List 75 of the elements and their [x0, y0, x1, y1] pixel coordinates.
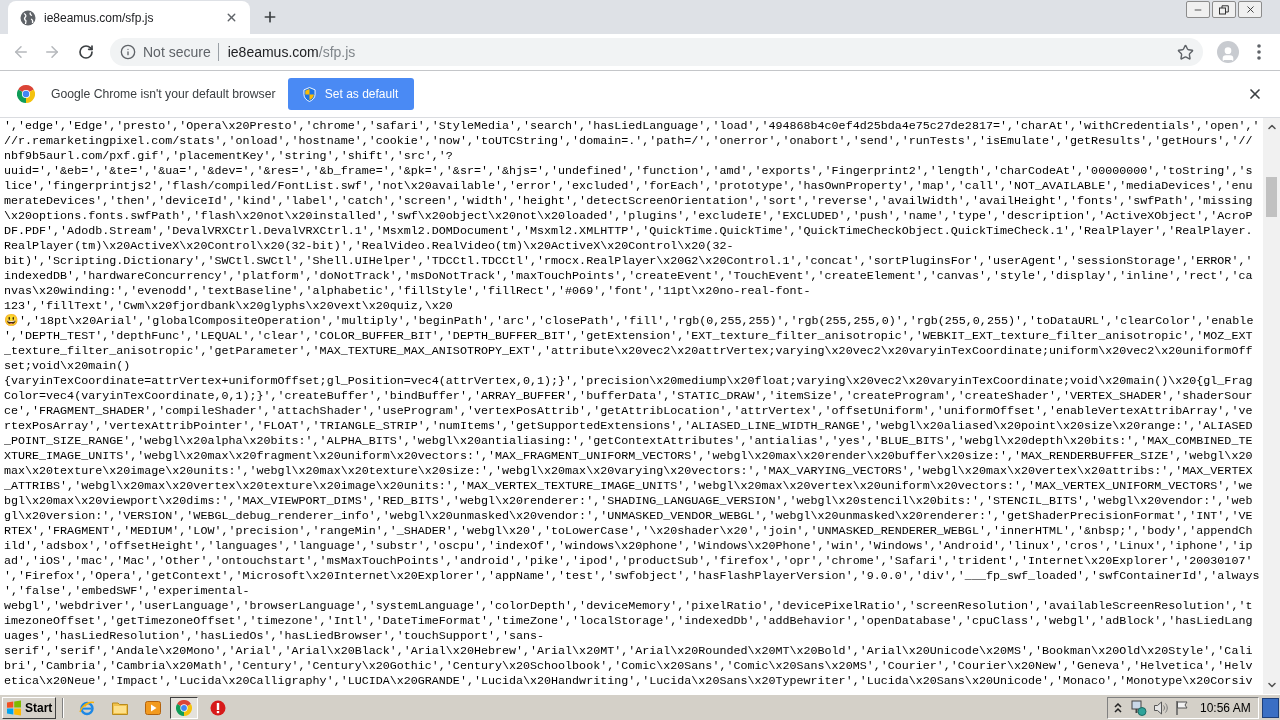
media-player-icon	[145, 699, 161, 716]
chevron-up-icon[interactable]	[1114, 702, 1122, 713]
url-text: ie8eamus.com/sfp.js	[227, 42, 356, 62]
code-line: ild','adsbox','offsetHeight','languages','language','substr','oscpu','indexOf','windows\x20phone','Windows\x20Phone','win','Windows','Android','linux','cros','Linux','iphone','ip	[4, 539, 1253, 554]
code-line: indexedDB','hardwareConcurrency','platform','doNotTrack','msDoNotTrack','maxTouchPoints','createEvent','TouchEvent','createElement','canvas','style','display','inline','rect','ca	[4, 269, 1253, 284]
code-line: serif','serif','Andale\x20Mono','Arial','Arial\x20Black','Arial\x20Hebrew','Arial\x20MT','Arial\x20Rounded\x20MT\x20Bold','Arial\x20Unicode\x20MS','Bookman\x20Old\x20Style','Cali	[4, 644, 1253, 659]
forward-arrow-icon	[43, 43, 61, 61]
start-button[interactable]: Start	[2, 696, 56, 719]
code-line: webgl','webdriver','userLanguage','browserLanguage','systemLanguage','colorDepth','deviceMemory','pixelRatio','devicePixelRatio','screenResolution','availableScreenResolution','t	[4, 599, 1253, 614]
close-icon	[1247, 86, 1263, 102]
code-line: ','DEPTH_TEST','depthFunc','LEQUAL','clear','COLOR_BUFFER_BIT','DEPTH_BUFFER_BIT','getExtension','EXT_texture_filter_anisotropic','WEBKIT_EXT_texture_filter_anisotropic','MOZ_EXT	[4, 329, 1253, 344]
restore-button[interactable]	[1212, 1, 1236, 18]
restore-icon	[1219, 4, 1229, 15]
code-line: nbf9b5aurl.com/pxf.gif','placementKey','string','shift','src','?	[4, 149, 453, 164]
code-line: //r.remarketingpixel.com/stats','onload','hostname','cookie','now','toUTCString','domain=.','path=/','onerror','onabort','send','runTests','isEmulate','getResults','getHours','//	[4, 134, 1253, 149]
plus-icon	[262, 9, 278, 25]
network-icon[interactable]	[1131, 699, 1147, 716]
code-line: _ATTRIBS','webgl\x20max\x20vertex\x20texture\x20image\x20units:','MAX_VERTEX_TEXTURE_IMAGE_UNITS','webgl\x20max\x20vertex\x20uniform\x20vectors:','MAX_VERTEX_UNIFORM_VECTORS','we	[4, 479, 1253, 494]
code-line: bit)','Scripting.Dictionary','SWCtl.SWCtl','Shell.UIHelper','TDCCtl.TDCCtl','rmocx.RealPlayer\x20G2\x20Control.1','concat','sortPluginsFor','userAgent','sessionStorage','ERROR','	[4, 254, 1253, 269]
code-line: nvas\x20winding:','evenodd','textBaseline','alphabetic','fillStyle','fillRect','#069','font','11pt\x20no-real-font-	[4, 284, 811, 299]
chrome-logo-icon	[17, 85, 35, 103]
scrollbar-thumb[interactable]	[1266, 177, 1277, 217]
browser-icon	[79, 699, 95, 716]
code-line: max\x20texture\x20image\x20units:','webgl\x20max\x20texture\x20size:','webgl\x20max\x20varying\x20vectors:','MAX_VARYING_VECTORS','webgl\x20max\x20vertex\x20attribs:','MAX_VERTEX	[4, 464, 1253, 479]
folder-icon	[112, 700, 128, 715]
code-line: XTURE_IMAGE_UNITS','webgl\x20max\x20fragment\x20uniform\x20vectors:','MAX_FRAGMENT_UNIFORM_VECTORS','webgl\x20max\x20render\x20buffer\x20size:','MAX_RENDERBUFFER_SIZE','webgl\x20	[4, 449, 1253, 464]
address-bar[interactable]: Not secure ie8eamus.com/sfp.js	[110, 38, 1203, 66]
avatar-icon	[1217, 41, 1239, 63]
code-line: ad','iOS','mac','Mac','Other','ontouchstart','msMaxTouchPoints','android','pike','ipod','productSub','firefox','opr','chrome','Safari','trident','Internet\x20Explorer','20030107'	[4, 554, 1253, 569]
code-line: 😃','18pt\x20Arial','globalCompositeOperation','multiply','beginPath','arc','closePath','fill','rgb(0,255,255)','rgb(255,255,0)','rgb(255,0,255)','toDataURL','clearColor','enable	[4, 314, 1254, 329]
clock-text: 10:56 AM	[1200, 699, 1251, 717]
code-line: imezoneOffset','getTimezoneOffset','timezone','Intl','DateTimeFormat','timeZone','localStorage','indexedDb','addBehavior','openDatabase','cpuClass','webgl','adBlock','hasLiedLang	[4, 614, 1253, 629]
code-line: RealPlayer(tm)\x20ActiveX\x20Control\x20(32-bit)','RealVideo.RealVideo(tm)\x20ActiveX\x20Control\x20(32-	[4, 239, 734, 254]
code-line: \x20options.fonts.swfPath','flash\x20not\x20installed','swf\x20object\x20not\x20loaded','plugins','excludeIE','EXCLUDED','push','name','type','description','ActiveXObject','AcroP	[4, 209, 1253, 224]
reload-icon	[78, 44, 94, 60]
close-icon	[1244, 4, 1256, 15]
globe-icon	[20, 9, 36, 26]
chrome-logo-icon	[176, 699, 192, 716]
code-line: 123','fillText','Cwm\x20fjordbank\x20glyphs\x20vext\x20quiz,\x20	[4, 299, 453, 314]
code-line: set;void\x20main()	[4, 359, 131, 374]
code-line: bgl\x20max\x20viewport\x20dims:','MAX_VIEWPORT_DIMS','RED_BITS','webgl\x20renderer:','SHADING_LANGUAGE_VERSION','webgl\x20stencil\x20bits:','STENCIL_BITS','webgl\x20vendor:','web	[4, 494, 1253, 509]
code-line: _texture_filter_anisotropic','getParameter','MAX_TEXTURE_MAX_ANISOTROPY_EXT','attribute\x20vec2\x20attrVertex;varying\x20vec2\x20varyinTexCoordinate;uniform\x20vec2\x20uniformOff	[4, 344, 1253, 359]
code-line: RTEX','FRAGMENT','MEDIUM','LOW','precision','rangeMin','_SHADER','webgl\x20','toLowerCase','\x20shader\x20','join','UNMASKED_RENDERER_WEBGL','innerHTML','&nbsp;','body','appendCh	[4, 524, 1253, 539]
code-line: etica\x20Neue','Impact','Lucida\x20Calligraphy','LUCIDA\x20GRANDE','Lucida\x20Handwriting','Lucida\x20Sans\x20Typewriter','Lucida\x20Sans\x20Unicode','Monaco','Monotype\x20Corsiv	[4, 674, 1253, 689]
show-desktop-button[interactable]	[1262, 697, 1279, 718]
code-line: rtexPosArray','vertexAttribPointer','FLOAT','TRIANGLE_STRIP','numItems','getSupportedExtensions','ALIASED_LINE_WIDTH_RANGE','webgl\x20aliased\x20point\x20size\x20range:','ALIASED	[4, 419, 1253, 434]
code-line: lice','fingerprintjs2','flash/compiled/FontList.swf','not\x20available','error','excluded','forEach','prototype','hasOwnProperty','map','call','NOT_AVAILABLE','mediaDevices','enu	[4, 179, 1253, 194]
code-line: {varyinTexCoordinate=attrVertex+uniformOffset;gl_Position=vec4(attrVertex,0,1);}','precision\x20mediump\x20float;varying\x20vec2\x20varyinTexCoordinate;void\x20main()\x20{gl_Frag	[4, 374, 1253, 389]
browser-tab[interactable]: ie8eamus.com/sfp.js	[8, 1, 250, 34]
security-indicator[interactable]: Not secure	[120, 41, 211, 63]
code-line: _POINT_SIZE_RANGE','webgl\x20alpha\x20bits:','ALPHA_BITS','webgl\x20antialiasing:','getContextAttributes','antialias','yes','BLUE_BITS','webgl\x20depth\x20bits:','MAX_COMBINED_TE	[4, 434, 1253, 449]
scrollbar[interactable]	[1263, 118, 1280, 694]
code-line: ce','FRAGMENT_SHADER','compileShader','attachShader','useProgram','vertexPosAttrib','getAttribLocation','attrVertex','offsetUniform','uniformOffset','enableVertexAttribArray','ve	[4, 404, 1253, 419]
bookmark-button[interactable]	[1175, 42, 1195, 62]
flag-icon[interactable]	[1174, 699, 1190, 716]
code-line: ','edge','Edge','presto','Opera\x20Presto','chrome','safari','StyleMedia','search','hasLiedLanguage','load','494868b4c0ef4d25bda4e75c27de2817=','charAt','withCredentials','open','	[4, 119, 1260, 134]
star-icon	[1176, 43, 1194, 61]
code-line: uages','hasLiedResolution','hasLiedOs','hasLiedBrowser','touchSupport','sans-	[4, 629, 545, 644]
volume-icon[interactable]	[1153, 699, 1169, 716]
menu-dots-icon	[1257, 44, 1261, 60]
chrome-taskbar-button[interactable]	[170, 696, 198, 719]
code-line: merateDevices','then','deviceId','kind','label','catch','screen','width','height','detectScreenOrientation','sort','reverse','availWidth','availHeight','fonts','swfPath','missing	[4, 194, 1253, 209]
shield-icon	[302, 86, 316, 102]
code-line: ','false','embedSWF','experimental-	[4, 584, 250, 599]
code-line: DF.PDF','Adodb.Stream','DevalVRXCtrl.DevalVRXCtrl.1','Msxml2.DOMDocument','Msxml2.XMLHTTP','QuickTime.QuickTime','QuickTimeCheckObject.QuickTimeCheck.1','RealPlayer','RealPlayer.	[4, 224, 1253, 239]
infobar-message: Google Chrome isn't your default browser	[51, 85, 276, 103]
code-line: bri','Cambria','Cambria\x20Math','Century','Century\x20Gothic','Century\x20Schoolbook','Comic\x20Sans','Comic\x20Sans\x20MS','Courier','Courier\x20New','Geneva','Helvetica','Helv	[4, 659, 1253, 674]
info-icon	[120, 44, 136, 60]
code-line: gl\x20version:','VERSION','WEBGL_debug_renderer_info','webgl\x20unmasked\x20vendor:','UNMASKED_VENDOR_WEBGL','webgl\x20unmasked\x20renderer:','getShaderPrecisionFormat','INT','VE	[4, 509, 1253, 524]
code-line: ','Firefox','Opera','getContext','Microsoft\x20Internet\x20Explorer','appName','test','swfobject','hasFlashPlayerVersion','9.0.0','div','___fp_swf_loaded','swfContainerId','always	[4, 569, 1260, 584]
code-line: Color=vec4(varyinTexCoordinate,0,1);}','createBuffer','bindBuffer','ARRAY_BUFFER','bufferData','STATIC_DRAW','itemSize','createProgram','createShader','VERTEX_SHADER','shaderSour	[4, 389, 1253, 404]
close-window-button[interactable]	[1238, 1, 1262, 18]
alert-icon	[210, 699, 226, 716]
windows-flag-icon	[6, 699, 22, 716]
code-line: uuid=','&eb=','&te=','&ua=','&dev=','&res=','&b_frame=','&pk=','&sr=','&hjs=','undefined','function','amd','exports','Fingerprint2','length','charCodeAt','00000000','toString','s	[4, 164, 1253, 179]
